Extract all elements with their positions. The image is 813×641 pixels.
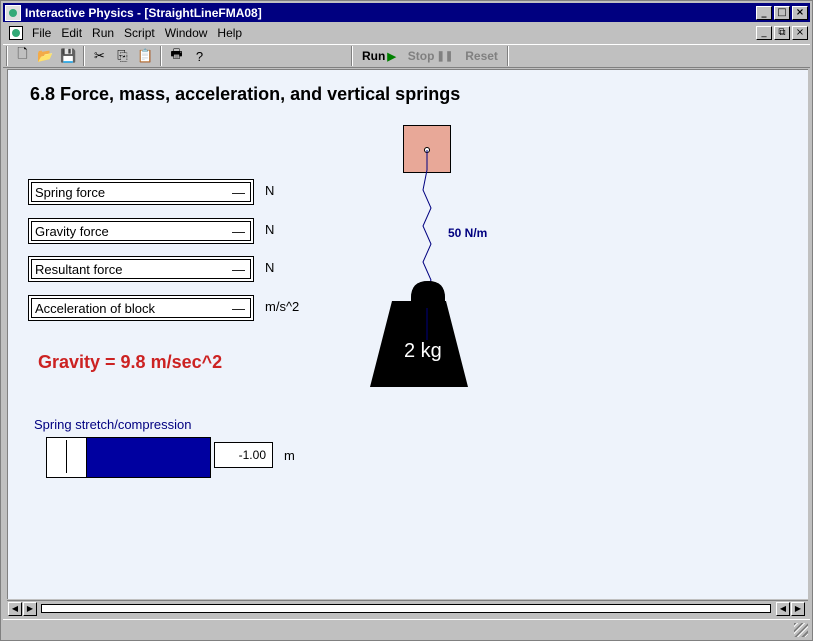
scroll-track[interactable] [41,604,771,613]
meter-value: — [232,223,245,239]
meter-unit: N [265,260,275,275]
document-icon[interactable] [9,26,23,40]
menu-help[interactable]: Help [212,26,247,40]
meter-value: — [232,300,245,316]
slider-label: Spring stretch/compression [34,417,192,432]
meter-spring-force[interactable]: Spring force — [28,179,254,205]
menu-run[interactable]: Run [87,26,119,40]
window-title: Interactive Physics - [StraightLineFMA08… [25,5,262,20]
reset-label: Reset [465,49,498,63]
gravity-text[interactable]: Gravity = 9.8 m/sec^2 [38,352,222,373]
meter-gravity-force[interactable]: Gravity force — [28,218,254,244]
menu-window[interactable]: Window [160,26,213,40]
stretch-unit: m [284,448,295,463]
weight-label: 2 kg [404,340,442,362]
resize-grip-icon[interactable] [794,623,808,637]
meter-label: Gravity force [35,223,109,239]
meter-unit: N [265,222,275,237]
simulation-canvas[interactable]: 6.8 Force, mass, acceleration, and verti… [7,69,808,599]
stretch-slider[interactable] [46,437,211,478]
toolbar: 🗋 📂 💾 ✂ ⎘ 📋 🖶 ? Run ▶ Stop ❚❚ Reset [3,44,810,68]
cut-icon[interactable]: ✂ [88,46,111,66]
maximize-button[interactable]: □ [774,5,790,20]
weight-icon [370,281,468,387]
play-icon: ▶ [387,50,396,63]
stretch-value-input[interactable]: -1.00 [214,442,273,468]
scroll-right-icon[interactable]: ▶ [791,602,805,616]
toolbar-separator [6,46,8,66]
toolbar-separator [506,46,509,66]
meter-resultant-force[interactable]: Resultant force — [28,256,254,282]
meter-acceleration[interactable]: Acceleration of block — [28,295,254,321]
toolbar-separator [351,46,353,66]
title-bar[interactable]: Interactive Physics - [StraightLineFMA08… [3,3,810,22]
doc-restore-button[interactable]: ⧉ [774,26,790,40]
doc-close-button[interactable]: × [792,26,808,40]
app-icon[interactable] [5,4,21,21]
meter-label: Resultant force [35,261,123,277]
open-folder-icon[interactable]: 📂 [34,46,57,66]
copy-icon[interactable]: ⎘ [111,46,134,66]
scroll-right-step-icon[interactable]: ◀ [776,602,790,616]
doc-minimize-button[interactable]: _ [756,26,772,40]
meter-unit: N [265,183,275,198]
scroll-left-step-icon[interactable]: ▶ [23,602,37,616]
reset-button[interactable]: Reset [459,49,504,63]
scroll-left-icon[interactable]: ◀ [8,602,22,616]
minimize-button[interactable]: _ [756,5,772,20]
save-icon[interactable]: 💾 [57,46,80,66]
slider-track [47,438,87,477]
run-label: Run [362,49,386,63]
paste-icon[interactable]: 📋 [134,46,157,66]
print-icon[interactable]: 🖶 [165,46,188,66]
meter-value: — [232,261,245,277]
stop-label: Stop [407,49,435,63]
toolbar-separator [83,46,85,66]
pause-icon: ❚❚ [436,50,454,62]
slider-thumb[interactable] [66,440,67,473]
stop-button[interactable]: Stop ❚❚ [402,49,459,63]
menu-bar: File Edit Run Script Window Help _ ⧉ × [3,23,810,43]
toolbar-separator [160,46,162,66]
meter-label: Acceleration of block [35,300,155,316]
meter-label: Spring force [35,184,106,200]
app-window: Interactive Physics - [StraightLineFMA08… [0,0,813,641]
menu-file[interactable]: File [27,26,56,40]
help-icon[interactable]: ? [188,46,211,66]
meter-unit: m/s^2 [265,299,300,314]
close-button[interactable]: × [792,5,808,20]
spring-constant-label[interactable]: 50 N/m [448,226,487,240]
run-button[interactable]: Run ▶ [356,49,402,63]
new-file-icon[interactable]: 🗋 [11,46,34,66]
page-title: 6.8 Force, mass, acceleration, and verti… [30,84,461,104]
status-bar [3,619,810,639]
document-window-controls: _ ⧉ × [756,26,810,40]
meter-value: — [232,184,245,200]
menu-edit[interactable]: Edit [56,26,87,40]
menu-script[interactable]: Script [119,26,160,40]
horizontal-scrollbar[interactable]: ◀ ▶ ◀ ▶ [7,600,808,616]
